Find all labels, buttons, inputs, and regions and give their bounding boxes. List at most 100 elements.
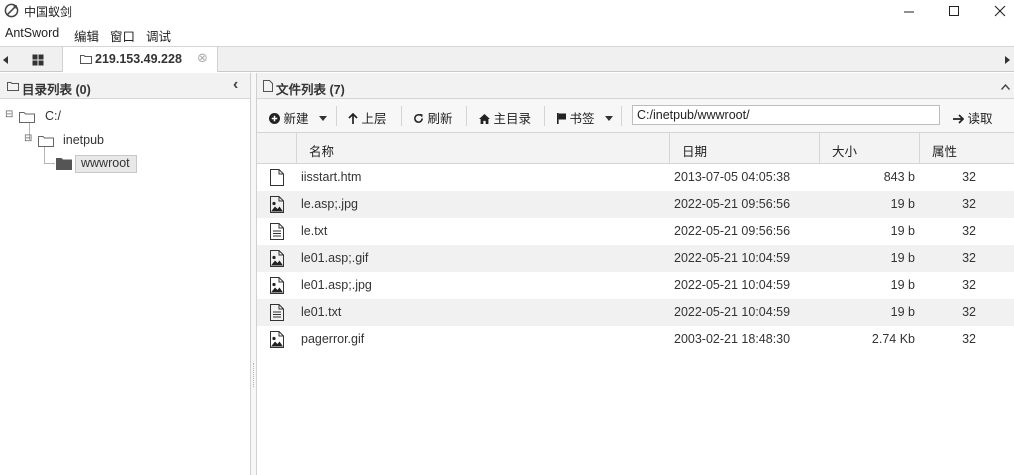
tab-close-icon[interactable]: ⊗: [197, 50, 208, 66]
column-header-attr[interactable]: 属性: [932, 141, 957, 160]
maximize-button[interactable]: [931, 0, 977, 22]
bookmark-label: 书签: [569, 112, 595, 126]
triangle-right-icon: [1005, 55, 1010, 64]
text-file-icon: [270, 223, 284, 240]
image-file-icon: [270, 250, 284, 267]
bookmark-flag-icon: [557, 113, 566, 124]
file-size: 19 b: [890, 305, 915, 319]
column-header-date[interactable]: 日期: [682, 141, 707, 160]
arrow-up-icon: [348, 112, 358, 124]
file-row[interactable]: pagerror.gif 2003-02-21 18:48:30 2.74 Kb 32: [257, 326, 1014, 353]
read-label: 读取: [967, 112, 993, 126]
file-size: 19 b: [890, 251, 915, 265]
file-row[interactable]: iisstart.htm 2013-07-05 04:05:38 843 b 32: [257, 164, 1014, 191]
tab-home[interactable]: [14, 47, 63, 72]
file-name: le01.asp;.gif: [301, 251, 369, 265]
splitter-grip: [253, 363, 255, 387]
file-row[interactable]: le01.asp;.gif 2022-05-21 10:04:59 19 b 32: [257, 245, 1014, 272]
maximize-icon: [949, 6, 959, 16]
expander-minus-icon[interactable]: ⊟: [24, 133, 32, 144]
expander-minus-icon[interactable]: ⊟: [5, 109, 13, 120]
title-bar: 中国蚁剑: [0, 0, 1014, 22]
tab-shell-connection[interactable]: 219.153.49.228 ⊗: [63, 47, 218, 72]
refresh-icon: [414, 113, 423, 123]
tab-bar: 219.153.49.228 ⊗: [0, 46, 1014, 72]
menu-bar: AntSword 编辑 窗口 调试: [0, 24, 1014, 44]
tree-node-label: inetpub: [63, 133, 105, 147]
image-file-icon: [270, 196, 284, 213]
column-divider: [919, 133, 920, 164]
minimize-button[interactable]: [886, 0, 932, 22]
file-date: 2022-05-21 09:56:56: [674, 224, 791, 238]
image-file-icon: [270, 277, 284, 294]
column-divider: [819, 133, 820, 164]
bookmark-button[interactable]: 书签: [557, 108, 613, 127]
file-row[interactable]: le.asp;.jpg 2022-05-21 09:56:56 19 b 32: [257, 191, 1014, 218]
file-panel-header: 文件列表 (7): [257, 73, 1014, 99]
menu-debug[interactable]: 调试: [146, 26, 171, 45]
folder-icon: [7, 82, 19, 91]
file-attr: 32: [962, 251, 976, 265]
tree-node-root[interactable]: ⊟ C:/: [5, 108, 125, 126]
tree-node-label: wwwroot: [81, 156, 130, 170]
toolbar-separator: [336, 106, 337, 126]
tab-scroll-left-button[interactable]: [0, 47, 12, 72]
tree-node-label: C:/: [45, 109, 61, 123]
menu-edit[interactable]: 编辑: [74, 26, 99, 45]
tab-scroll-right-button[interactable]: [1002, 47, 1014, 72]
refresh-label: 刷新: [427, 112, 453, 126]
file-attr: 32: [962, 305, 976, 319]
antsword-logo-icon: [4, 3, 19, 18]
triangle-left-icon: [3, 55, 8, 64]
menu-window[interactable]: 窗口: [110, 26, 135, 45]
folder-open-icon: [19, 112, 35, 123]
tree-node-wwwroot[interactable]: wwwroot: [56, 155, 140, 173]
file-attr: 32: [962, 197, 976, 211]
file-name: le.asp;.jpg: [301, 197, 358, 211]
file-grid-header: 名称 日期 大小 属性: [257, 133, 1014, 164]
chevron-up-icon[interactable]: [1001, 84, 1010, 90]
read-button[interactable]: 读取: [953, 108, 993, 127]
file-row[interactable]: le.txt 2022-05-21 09:56:56 19 b 32: [257, 218, 1014, 245]
close-button[interactable]: [977, 0, 1014, 22]
menu-antsword[interactable]: AntSword: [5, 26, 59, 40]
file-row[interactable]: le01.asp;.jpg 2022-05-21 10:04:59 19 b 32: [257, 272, 1014, 299]
file-date: 2022-05-21 10:04:59: [674, 251, 791, 265]
grid-icon: [32, 54, 44, 65]
tree-node-inetpub[interactable]: ⊟ inetpub: [24, 132, 144, 150]
file-size: 19 b: [890, 224, 915, 238]
file-size: 843 b: [883, 170, 915, 184]
file-date: 2022-05-21 10:04:59: [674, 305, 791, 319]
folder-filled-icon: [56, 158, 72, 170]
file-date: 2003-02-21 18:48:30: [674, 332, 791, 346]
file-name: le01.asp;.jpg: [301, 278, 372, 292]
up-level-button[interactable]: 上层: [348, 108, 387, 127]
folder-icon: [80, 55, 92, 64]
caret-down-icon: [318, 116, 327, 121]
file-name: iisstart.htm: [301, 170, 362, 184]
image-file-icon: [270, 331, 284, 348]
toolbar-separator: [544, 106, 545, 126]
file-toolbar: 新建 上层 刷新 主目录 书签 C:/inetpub/wwwroot/ 读取: [257, 99, 1014, 133]
home-directory-label: 主目录: [493, 112, 531, 126]
collapse-panel-icon[interactable]: ‹: [233, 76, 238, 94]
home-directory-button[interactable]: 主目录: [479, 108, 531, 127]
column-divider: [669, 133, 670, 164]
refresh-button[interactable]: 刷新: [413, 108, 453, 127]
new-button[interactable]: 新建: [269, 108, 327, 127]
file-panel-title: 文件列表 (7): [276, 83, 345, 97]
window-title: 中国蚁剑: [24, 5, 73, 19]
file-date: 2013-07-05 04:05:38: [674, 170, 791, 184]
file-name: le.txt: [301, 224, 328, 238]
file-icon: [270, 169, 284, 186]
column-divider: [296, 133, 297, 164]
path-input[interactable]: [632, 105, 940, 125]
column-header-size[interactable]: 大小: [832, 141, 857, 160]
file-icon: [263, 80, 273, 92]
home-icon: [479, 114, 490, 124]
column-header-name[interactable]: 名称: [309, 141, 334, 160]
file-row[interactable]: le01.txt 2022-05-21 10:04:59 19 b 32: [257, 299, 1014, 326]
file-size: 2.74 Kb: [871, 332, 915, 346]
file-list-panel: 文件列表 (7) 新建 上层 刷新 主目录 书签 C:/inetpub/wwwr…: [256, 73, 1014, 475]
up-level-label: 上层: [361, 112, 387, 126]
